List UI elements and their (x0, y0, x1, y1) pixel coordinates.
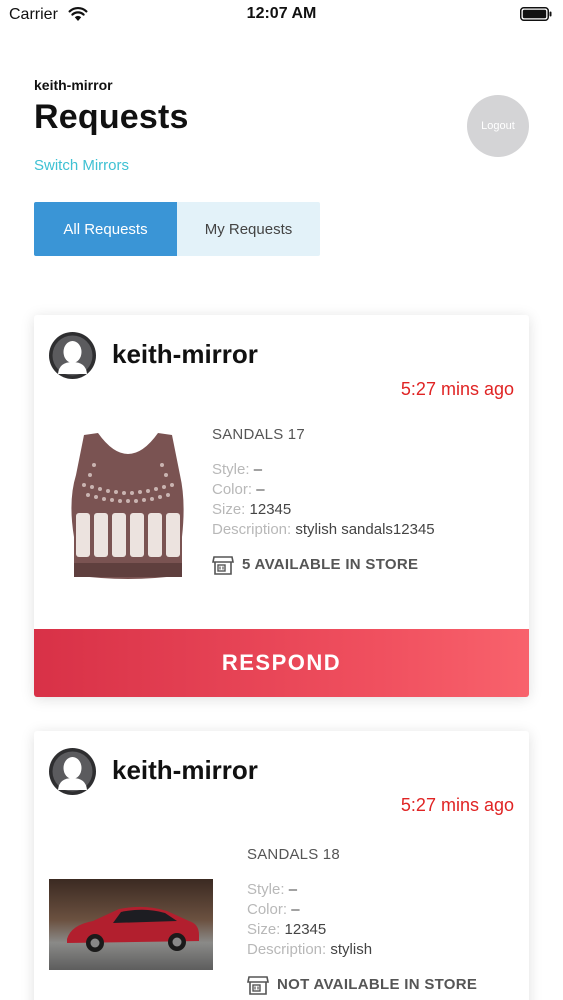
request-time: 5:27 mins ago (400, 379, 514, 399)
color-value: – (256, 481, 265, 498)
description-row: Description: stylish sandals12345 (212, 520, 435, 540)
battery-icon (520, 7, 552, 21)
size-row: Size: 12345 (247, 920, 477, 940)
description-label: Description: (212, 521, 292, 538)
tab-all-requests[interactable]: All Requests (34, 202, 177, 256)
description-value: stylish sandals12345 (295, 521, 435, 538)
description-label: Description: (247, 941, 327, 958)
size-row: Size: 12345 (212, 500, 435, 520)
description-row: Description: stylish (247, 940, 477, 960)
style-label: Style: (247, 881, 285, 898)
product-title: SANDALS 17 (212, 426, 305, 443)
request-tabs: All Requests My Requests (34, 202, 320, 256)
request-details: SANDALS 18 Style: – Color: – Size: 12345… (247, 845, 477, 996)
request-username: keith-mirror (112, 755, 258, 785)
size-value: 12345 (249, 501, 292, 518)
logout-button[interactable]: Logout (467, 95, 529, 157)
color-row: Color: – (212, 480, 435, 500)
store-icon (247, 976, 269, 995)
availability-text: 5 AVAILABLE IN STORE (242, 556, 419, 573)
store-availability: 5 AVAILABLE IN STORE (212, 554, 435, 576)
mirror-name: keith-mirror (34, 77, 113, 93)
request-card: keith-mirror 5:27 mins ago SANDALS 18 St… (34, 731, 529, 1000)
page-title: Requests (34, 98, 189, 136)
switch-mirrors-link[interactable]: Switch Mirrors (34, 157, 129, 174)
product-title: SANDALS 18 (247, 846, 340, 863)
availability-text: NOT AVAILABLE IN STORE (277, 976, 478, 993)
tab-my-requests[interactable]: My Requests (177, 202, 320, 256)
sports-bra-image (71, 433, 184, 579)
description-value: stylish (330, 941, 373, 958)
style-row: Style: – (212, 460, 435, 480)
size-label: Size: (212, 501, 246, 518)
respond-button[interactable]: RESPOND (34, 629, 529, 697)
request-details: SANDALS 17 Style: – Color: – Size: 12345… (212, 425, 435, 576)
request-time: 5:27 mins ago (400, 795, 514, 815)
avatar (49, 748, 96, 795)
color-value: – (291, 901, 300, 918)
color-label: Color: (247, 901, 288, 918)
size-value: 12345 (284, 921, 327, 938)
store-availability: NOT AVAILABLE IN STORE (247, 974, 477, 996)
user-silhouette-icon (52, 751, 93, 792)
size-label: Size: (247, 921, 281, 938)
style-label: Style: (212, 461, 250, 478)
color-row: Color: – (247, 900, 477, 920)
style-value: – (288, 881, 298, 898)
style-value: – (253, 461, 263, 478)
status-bar: Carrier 12:07 AM (0, 0, 563, 30)
store-icon (212, 556, 234, 575)
style-row: Style: – (247, 880, 477, 900)
color-label: Color: (212, 481, 253, 498)
avatar (49, 332, 96, 379)
request-username: keith-mirror (112, 339, 258, 369)
user-silhouette-icon (52, 335, 93, 376)
request-card: keith-mirror 5:27 mins ago SANDALS 17 St… (34, 315, 529, 697)
red-car-image (49, 879, 213, 970)
status-time: 12:07 AM (246, 5, 317, 22)
